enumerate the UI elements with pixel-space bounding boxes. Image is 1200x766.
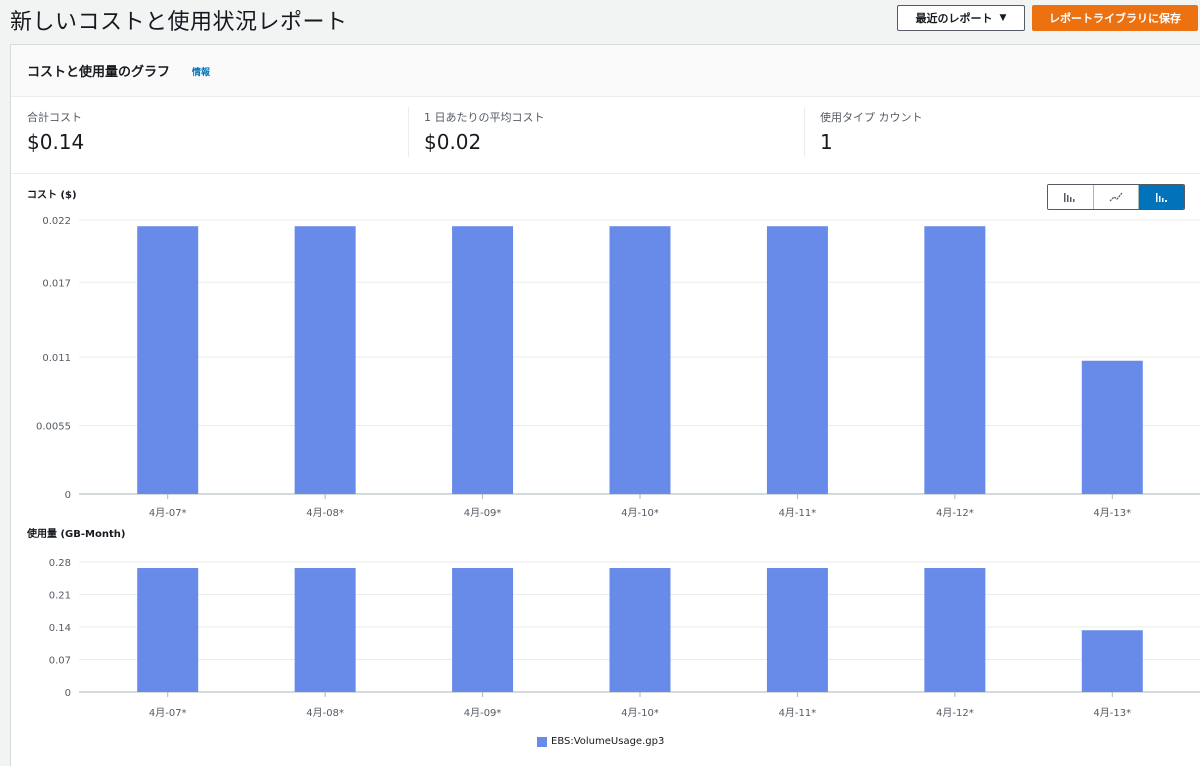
bar bbox=[924, 226, 986, 494]
legend-label: EBS:VolumeUsage.gp3 bbox=[551, 736, 665, 747]
stacked-bar-chart-icon bbox=[1155, 193, 1167, 202]
bar bbox=[609, 568, 671, 692]
x-tick-label: 4月-08* bbox=[306, 507, 344, 519]
recent-reports-dropdown[interactable]: 最近のレポート ▼ bbox=[897, 5, 1025, 31]
summary-stats: 合計コスト $0.14 1 日あたりの平均コスト $0.02 使用タイプ カウン… bbox=[11, 97, 1200, 174]
bar-chart-button[interactable] bbox=[1048, 185, 1094, 209]
stat-value: $0.14 bbox=[27, 130, 85, 154]
page-title: 新しいコストと使用状況レポート bbox=[10, 10, 348, 35]
stacked-bar-chart-button[interactable] bbox=[1139, 185, 1184, 209]
x-tick-label: 4月-12* bbox=[936, 507, 974, 519]
line-chart-icon bbox=[1109, 192, 1123, 202]
y-tick-label: 0.0055 bbox=[36, 422, 71, 433]
y-tick-label: 0.14 bbox=[49, 623, 71, 634]
legend-swatch bbox=[537, 736, 547, 747]
caret-down-icon: ▼ bbox=[999, 13, 1007, 23]
divider bbox=[804, 107, 805, 157]
x-tick-label: 4月-09* bbox=[464, 507, 502, 519]
bar bbox=[1081, 360, 1143, 494]
x-tick-label: 4月-07* bbox=[149, 507, 187, 519]
bar bbox=[294, 226, 356, 494]
stat-value: $0.02 bbox=[424, 130, 482, 154]
cost-chart-ylabel: コスト ($) bbox=[27, 190, 77, 201]
x-tick-label: 4月-09* bbox=[464, 707, 502, 719]
y-tick-label: 0.28 bbox=[49, 558, 71, 569]
x-tick-label: 4月-10* bbox=[621, 507, 659, 519]
bar-chart-icon bbox=[1064, 193, 1075, 202]
bar bbox=[924, 568, 986, 692]
y-tick-label: 0 bbox=[65, 688, 71, 699]
bar bbox=[452, 226, 514, 494]
bar bbox=[452, 568, 514, 692]
y-tick-label: 0.07 bbox=[49, 656, 71, 667]
y-tick-label: 0 bbox=[65, 490, 71, 501]
stat-daily-average: 1 日あたりの平均コスト $0.02 bbox=[424, 109, 545, 154]
bar bbox=[294, 568, 356, 692]
stat-value: 1 bbox=[820, 130, 833, 154]
y-tick-label: 0.21 bbox=[49, 591, 71, 602]
y-tick-label: 0.022 bbox=[42, 216, 71, 227]
bar bbox=[1081, 630, 1143, 692]
recent-reports-label: 最近のレポート bbox=[915, 12, 993, 25]
stat-total-cost: 合計コスト $0.14 bbox=[27, 109, 84, 154]
stat-label: 合計コスト bbox=[27, 111, 82, 124]
divider bbox=[408, 107, 409, 157]
bar bbox=[609, 226, 671, 494]
x-tick-label: 4月-12* bbox=[936, 707, 974, 719]
bar bbox=[766, 568, 828, 692]
y-tick-label: 0.017 bbox=[42, 278, 71, 289]
bar bbox=[137, 568, 199, 692]
usage-chart-ylabel: 使用量 (GB-Month) bbox=[27, 529, 126, 540]
usage-bar-chart: 0 0.07 0.14 0.21 0.28 4月-07* 4月-08* 4月-09* 4月-10… bbox=[49, 558, 1200, 719]
chart-type-toggle bbox=[1047, 184, 1185, 210]
stat-usage-type-count: 使用タイプ カウント 1 bbox=[820, 109, 923, 154]
bar bbox=[766, 226, 828, 494]
bar bbox=[137, 226, 199, 494]
x-tick-label: 4月-13* bbox=[1093, 507, 1131, 519]
y-tick-label: 0.011 bbox=[42, 353, 71, 364]
chart-legend: EBS:VolumeUsage.gp3 bbox=[537, 736, 664, 747]
info-link[interactable]: 情報 bbox=[192, 65, 210, 78]
stat-label: 使用タイプ カウント bbox=[820, 111, 923, 124]
x-tick-label: 4月-11* bbox=[779, 507, 817, 519]
line-chart-button[interactable] bbox=[1093, 185, 1140, 209]
stat-label: 1 日あたりの平均コスト bbox=[424, 111, 545, 124]
x-tick-label: 4月-10* bbox=[621, 707, 659, 719]
panel-header: コストと使用量のグラフ 情報 bbox=[11, 45, 1200, 97]
cost-bar-chart: 0 0.0055 0.011 0.017 0.022 4月-07* 4月-08* 4月-09*… bbox=[36, 216, 1200, 519]
cost-usage-panel: コストと使用量のグラフ 情報 合計コスト $0.14 1 日あたりの平均コスト … bbox=[10, 44, 1200, 766]
x-tick-label: 4月-07* bbox=[149, 707, 187, 719]
x-tick-label: 4月-08* bbox=[306, 707, 344, 719]
x-tick-label: 4月-11* bbox=[779, 707, 817, 719]
x-tick-label: 4月-13* bbox=[1093, 707, 1131, 719]
save-to-library-button[interactable]: レポートライブラリに保存 bbox=[1032, 5, 1198, 31]
panel-title: コストと使用量のグラフ bbox=[27, 65, 171, 80]
